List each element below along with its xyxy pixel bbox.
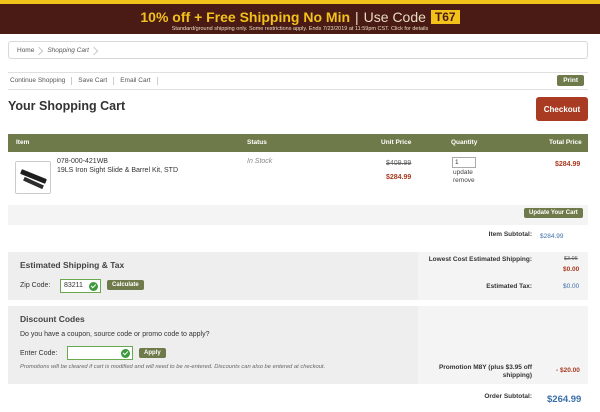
- shipping-estimate-label: Lowest Cost Estimated Shipping:: [428, 256, 532, 263]
- zip-code-input[interactable]: 83211: [60, 279, 101, 293]
- header-item: Item: [16, 139, 30, 146]
- discount-question: Do you have a coupon, source code or pro…: [20, 331, 210, 338]
- shipping-panel-title: Estimated Shipping & Tax: [20, 260, 125, 270]
- zip-code-value: 83211: [64, 282, 83, 289]
- page-title: Your Shopping Cart: [8, 99, 126, 113]
- email-cart-link[interactable]: Email Cart: [114, 77, 158, 85]
- shipping-original-value: $3.95: [564, 256, 578, 262]
- item-sale-price: $284.99: [386, 174, 412, 181]
- enter-code-label: Enter Code:: [20, 350, 58, 357]
- table-row: 078-000-421WB 19LS Iron Sight Slide & Ba…: [8, 152, 588, 203]
- breadcrumb-shopping-cart: Shopping Cart: [43, 47, 98, 54]
- update-band: Update Your Cart: [8, 205, 588, 225]
- shipping-value: $0.00: [563, 266, 580, 273]
- remove-link[interactable]: remove: [453, 177, 475, 184]
- apply-button[interactable]: Apply: [139, 348, 166, 358]
- check-icon: [89, 282, 98, 291]
- promo-code-input[interactable]: [67, 346, 133, 360]
- item-original-price: $409.99: [386, 160, 412, 167]
- promotion-label: Promotion M8Y (plus $3.95 off shipping): [438, 364, 532, 379]
- discount-panel: Discount Codes Do you have a coupon, sou…: [8, 306, 418, 384]
- update-link[interactable]: update: [453, 169, 473, 176]
- tax-value: $0.00: [563, 283, 580, 290]
- promotion-value: - $20.00: [556, 367, 580, 374]
- update-cart-button[interactable]: Update Your Cart: [524, 208, 583, 218]
- cart-table-header: Item Status Unit Price Quantity Total Pr…: [8, 134, 588, 152]
- item-status: In Stock: [247, 158, 273, 165]
- item-total-price: $284.99: [555, 161, 581, 168]
- header-status: Status: [247, 139, 267, 146]
- discount-panel-title: Discount Codes: [20, 314, 85, 324]
- tax-label: Estimated Tax:: [486, 283, 532, 290]
- item-description[interactable]: 19LS Iron Sight Slide & Barrel Kit, STD: [57, 167, 178, 174]
- calculate-button[interactable]: Calculate: [107, 280, 144, 290]
- check-icon: [121, 349, 130, 358]
- breadcrumb-home[interactable]: Home: [13, 47, 43, 54]
- shipping-panel: Estimated Shipping & Tax Zip Code: 83211…: [8, 252, 418, 300]
- promo-separator: |: [355, 9, 359, 25]
- zip-code-label: Zip Code:: [20, 282, 51, 289]
- promo-banner[interactable]: 10% off + Free Shipping No Min | Use Cod…: [0, 0, 600, 34]
- print-button[interactable]: Print: [557, 75, 584, 86]
- cart-action-bar: Continue Shopping Save Cart Email Cart P…: [8, 72, 588, 90]
- item-subtotal-value: $284.99: [540, 233, 564, 240]
- header-unit-price: Unit Price: [381, 139, 412, 146]
- item-sku[interactable]: 078-000-421WB: [57, 158, 108, 165]
- promo-subtext[interactable]: Standard/ground shipping only. Some rest…: [0, 26, 600, 32]
- quantity-input[interactable]: 1: [452, 157, 476, 168]
- continue-shopping-link[interactable]: Continue Shopping: [8, 77, 73, 85]
- breadcrumb: Home Shopping Cart: [8, 41, 588, 59]
- save-cart-link[interactable]: Save Cart: [72, 77, 115, 85]
- discount-note: Promotions will be cleared if cart is mo…: [20, 364, 326, 370]
- product-thumbnail[interactable]: [15, 161, 51, 194]
- header-total-price: Total Price: [549, 139, 582, 146]
- order-subtotal-value: $264.99: [547, 394, 582, 405]
- order-subtotal-label: Order Subtotal:: [484, 393, 532, 400]
- header-quantity: Quantity: [451, 139, 478, 146]
- promo-headline: 10% off + Free Shipping No Min: [140, 9, 351, 25]
- promo-use-code-label: Use Code: [363, 9, 426, 25]
- item-subtotal-label: Item Subtotal:: [488, 231, 532, 238]
- checkout-button[interactable]: Checkout: [536, 97, 588, 121]
- promo-headline-row: 10% off + Free Shipping No Min | Use Cod…: [140, 9, 460, 25]
- promotion-summary: Promotion M8Y (plus $3.95 off shipping) …: [418, 306, 588, 384]
- promo-code: T67: [430, 10, 460, 24]
- shipping-summary: Lowest Cost Estimated Shipping: $3.95 $0…: [418, 252, 588, 300]
